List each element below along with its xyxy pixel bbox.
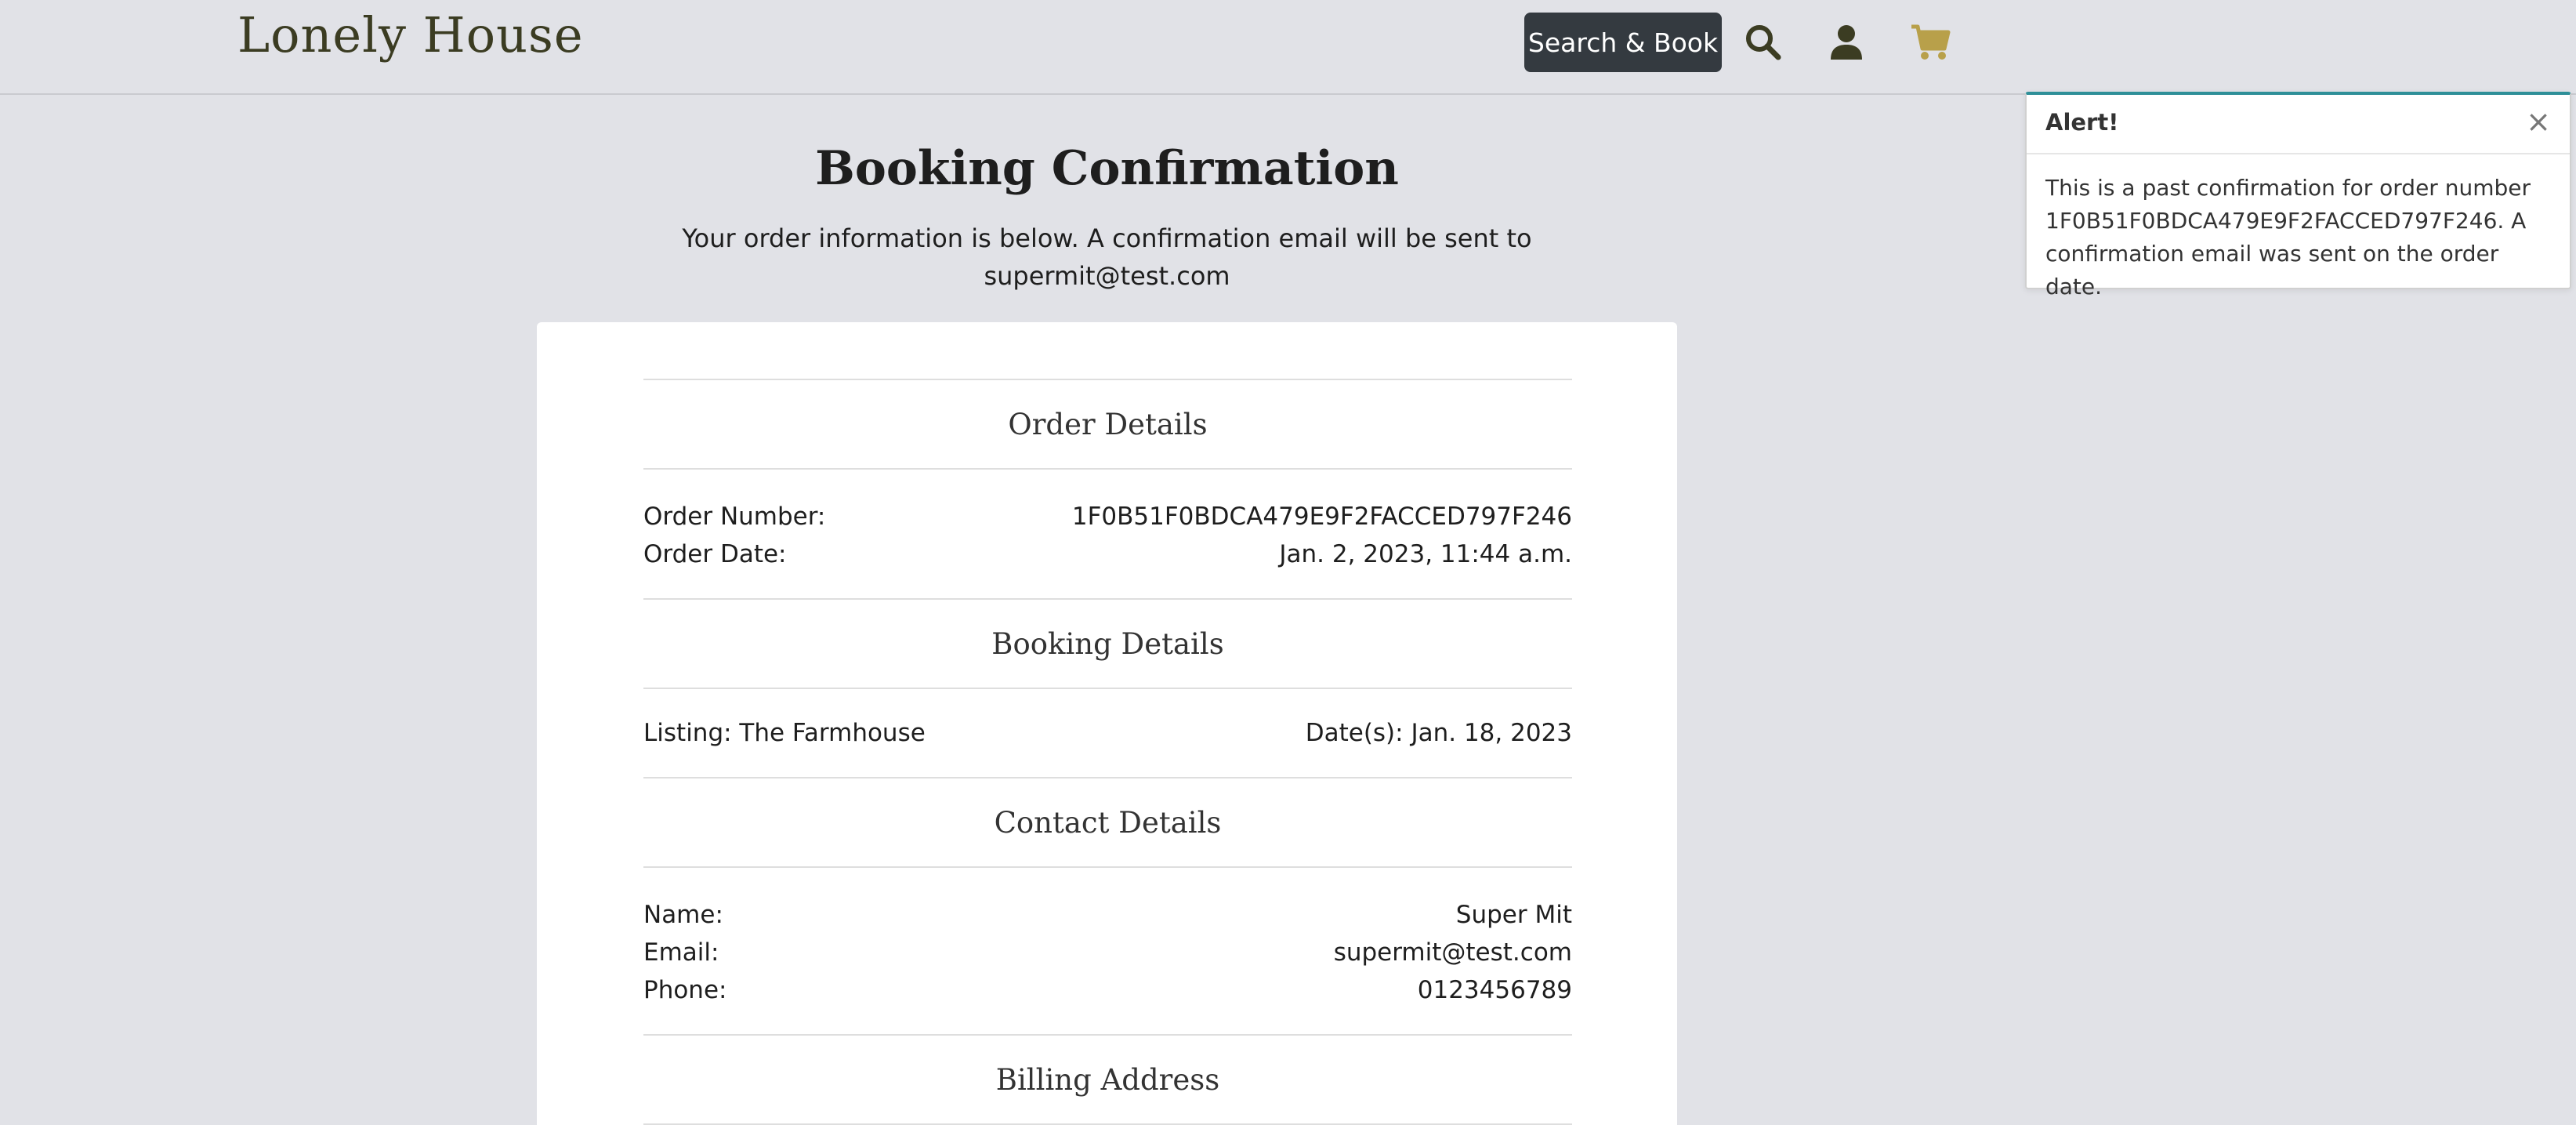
email-row: Email: supermit@test.com — [643, 934, 1572, 971]
booking-details-section: Listing: The Farmhouse Date(s): Jan. 18,… — [643, 689, 1572, 777]
booking-row: Listing: The Farmhouse Date(s): Jan. 18,… — [643, 714, 1572, 752]
billing-address-heading: Billing Address — [995, 1062, 1220, 1097]
phone-row: Phone: 0123456789 — [643, 971, 1572, 1009]
order-date-row: Order Date: Jan. 2, 2023, 11:44 a.m. — [643, 535, 1572, 573]
order-date-label: Order Date: — [643, 540, 787, 568]
contact-details-section: Name: Super Mit Email: supermit@test.com… — [643, 868, 1572, 1034]
close-icon[interactable]: × — [2523, 106, 2554, 137]
order-date-value: Jan. 2, 2023, 11:44 a.m. — [1279, 540, 1572, 568]
alert-toast: Alert! × This is a past confirmation for… — [2025, 92, 2571, 299]
email-value: supermit@test.com — [1333, 938, 1572, 967]
booking-details-heading: Booking Details — [991, 626, 1224, 661]
name-row: Name: Super Mit — [643, 896, 1572, 934]
top-navbar: Lonely House Search & Book — [0, 0, 2576, 95]
listing-text: Listing: The Farmhouse — [643, 719, 926, 747]
order-number-label: Order Number: — [643, 503, 826, 531]
email-label: Email: — [643, 938, 719, 967]
phone-value: 0123456789 — [1417, 976, 1572, 1004]
alert-message: This is a past confirmation for order nu… — [2045, 175, 2531, 299]
search-book-button[interactable]: Search & Book — [1524, 13, 1722, 72]
alert-header: Alert! × — [2027, 95, 2570, 154]
order-number-value: 1F0B51F0BDCA479E9F2FACCED797F246 — [1071, 503, 1572, 531]
alert-title: Alert! — [2045, 109, 2119, 136]
user-icon[interactable] — [1826, 22, 1867, 63]
name-value: Super Mit — [1455, 901, 1572, 929]
confirmation-card: Order Details Order Number: 1F0B51F0BDCA… — [537, 322, 1677, 1125]
booking-dates-text: Date(s): Jan. 18, 2023 — [1305, 719, 1572, 747]
page-title: Booking Confirmation — [815, 141, 1399, 196]
cart-icon[interactable] — [1910, 22, 1951, 63]
contact-details-heading: Contact Details — [994, 805, 1222, 840]
order-details-heading: Order Details — [1008, 407, 1208, 441]
search-icon[interactable] — [1743, 22, 1784, 63]
name-label: Name: — [643, 901, 723, 929]
brand-logo[interactable]: Lonely House — [237, 6, 584, 64]
order-number-row: Order Number: 1F0B51F0BDCA479E9F2FACCED7… — [643, 498, 1572, 535]
phone-label: Phone: — [643, 976, 727, 1004]
page-subtitle: Your order information is below. A confi… — [682, 223, 1532, 291]
order-details-section: Order Number: 1F0B51F0BDCA479E9F2FACCED7… — [643, 470, 1572, 598]
